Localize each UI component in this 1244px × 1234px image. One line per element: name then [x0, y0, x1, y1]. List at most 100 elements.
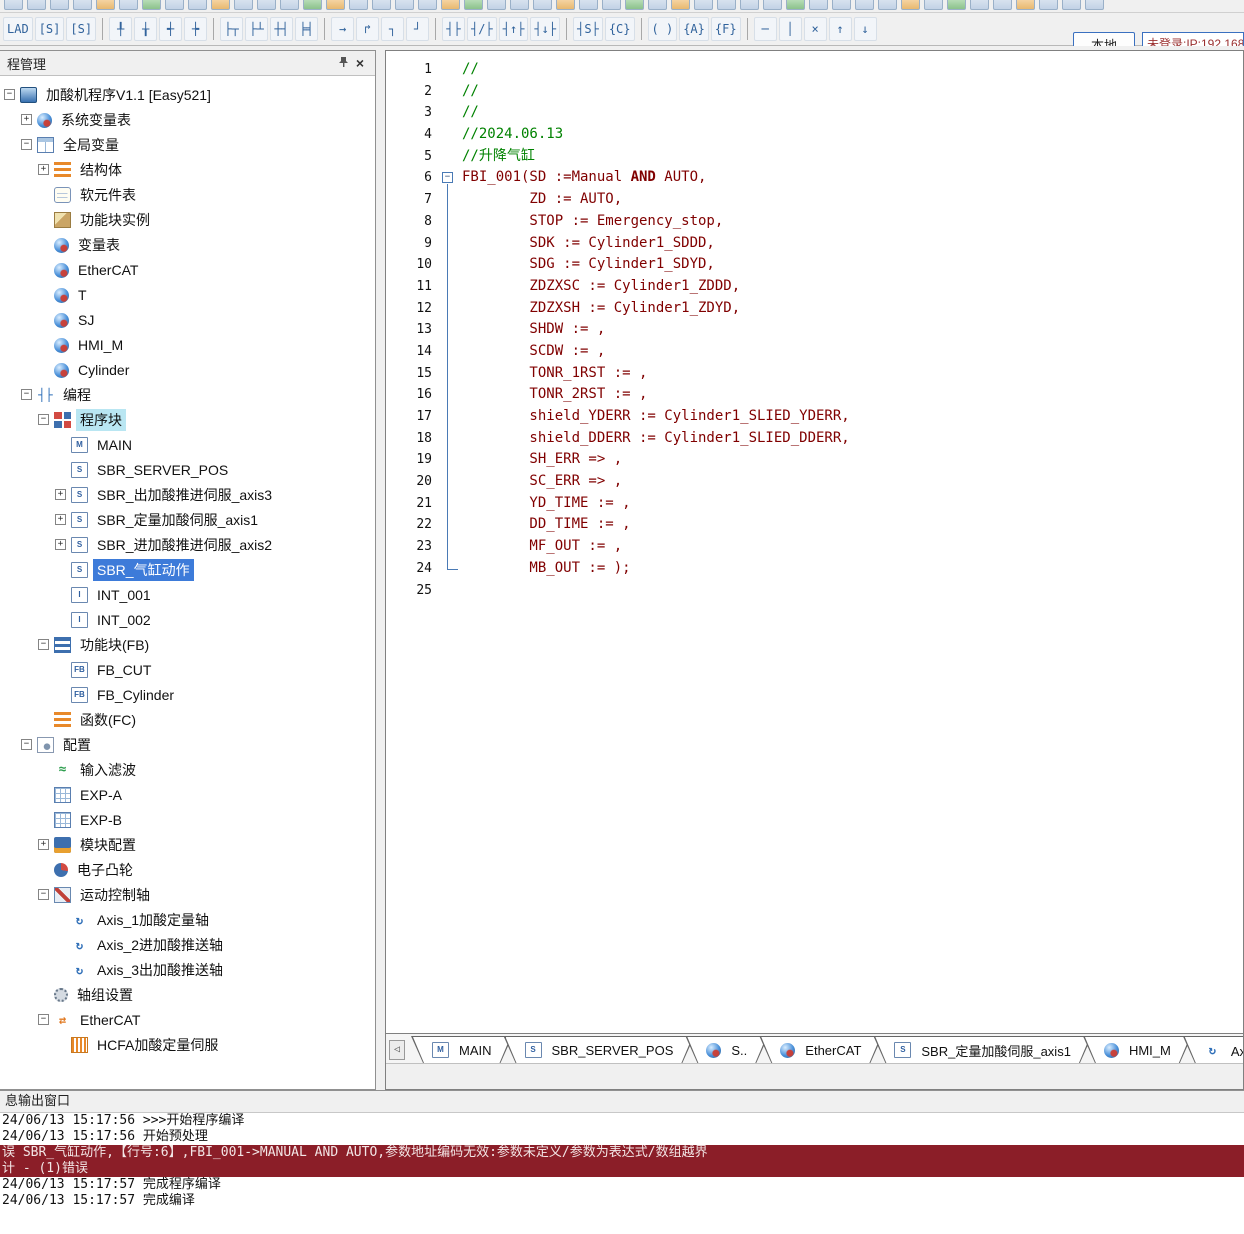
code-line[interactable]: 12 ZDZXSH := Cylinder1_ZDYD, [386, 298, 1243, 320]
expander-icon[interactable]: − [38, 639, 49, 650]
toolbar-icon[interactable] [142, 0, 161, 10]
tree-item[interactable]: ≈输入滤波 [0, 757, 375, 782]
toolbar-icon[interactable] [786, 0, 805, 10]
tree-item[interactable]: +模块配置 [0, 832, 375, 857]
code-line[interactable]: 17 shield_YDERR := Cylinder1_SLIED_YDERR… [386, 406, 1243, 428]
code-line[interactable]: 10 SDG := Cylinder1_SDYD, [386, 254, 1243, 276]
code-line[interactable]: 22 DD_TIME := , [386, 514, 1243, 536]
toolbar-icon[interactable] [671, 0, 690, 10]
tree-item[interactable]: −┤├编程 [0, 382, 375, 407]
code-line[interactable]: 15 TONR_1RST := , [386, 363, 1243, 385]
tree-item[interactable]: HMI_M [0, 332, 375, 357]
code-line[interactable]: 1// [386, 59, 1243, 81]
tree-item[interactable]: MMAIN [0, 432, 375, 457]
doc-tab[interactable]: MMAIN [411, 1036, 513, 1063]
tree-item[interactable]: −程序块 [0, 407, 375, 432]
tree-item[interactable]: 电子凸轮 [0, 857, 375, 882]
toolbar-icon[interactable] [1039, 0, 1058, 10]
toolbar-icon[interactable]: ( ) [648, 17, 678, 41]
toolbar-icon[interactable]: ┘ [406, 17, 429, 41]
expander-icon[interactable]: − [38, 1014, 49, 1025]
toolbar-icon[interactable] [717, 0, 736, 10]
tree-item[interactable]: T [0, 282, 375, 307]
output-message[interactable]: 误 SBR_气缸动作,【行号:6】,FBI_001->MANUAL AND AU… [0, 1145, 1244, 1161]
tree-item[interactable]: −加酸机程序V1.1 [Easy521] [0, 82, 375, 107]
toolbar-icon[interactable]: [S] [66, 17, 96, 41]
tree-item[interactable]: ↻Axis_3出加酸推送轴 [0, 957, 375, 982]
tree-item[interactable]: SSBR_气缸动作 [0, 557, 375, 582]
toolbar-icon[interactable] [694, 0, 713, 10]
toolbar-icon[interactable]: {F} [711, 17, 741, 41]
tree-item[interactable]: −运动控制轴 [0, 882, 375, 907]
toolbar-icon[interactable]: ├┴ [245, 17, 268, 41]
tree-item[interactable]: Cylinder [0, 357, 375, 382]
output-message[interactable]: 24/06/13 15:17:56 >>>开始程序编译 [0, 1113, 1244, 1129]
toolbar-icon[interactable]: ╀ [109, 17, 132, 41]
expander-icon[interactable]: + [55, 539, 66, 550]
tree-item[interactable]: SSBR_SERVER_POS [0, 457, 375, 482]
toolbar-icon[interactable] [395, 0, 414, 10]
output-message[interactable]: 24/06/13 15:17:57 完成编译 [0, 1193, 1244, 1209]
toolbar-icon[interactable] [418, 0, 437, 10]
toolbar-icon[interactable] [970, 0, 989, 10]
code-line[interactable]: 18 shield_DDERR := Cylinder1_SLIED_DDERR… [386, 428, 1243, 450]
toolbar-icon[interactable] [901, 0, 920, 10]
expander-icon[interactable]: − [4, 89, 15, 100]
code-line[interactable]: 4//2024.06.13 [386, 124, 1243, 146]
toolbar-icon[interactable]: {A} [679, 17, 709, 41]
expander-icon[interactable]: + [21, 114, 32, 125]
tree-item[interactable]: ↻Axis_1加酸定量轴 [0, 907, 375, 932]
toolbar-icon[interactable] [27, 0, 46, 10]
code-line[interactable]: 13 SHDW := , [386, 319, 1243, 341]
doc-tab[interactable]: SSBR_SERVER_POS [504, 1036, 695, 1063]
toolbar-icon[interactable] [809, 0, 828, 10]
toolbar-icon[interactable] [234, 0, 253, 10]
toolbar-icon[interactable] [326, 0, 345, 10]
output-message[interactable]: 计 - (1)错误 [0, 1161, 1244, 1177]
toolbar-icon[interactable]: [S] [35, 17, 65, 41]
tree-item[interactable]: −功能块(FB) [0, 632, 375, 657]
toolbar-icon[interactable] [533, 0, 552, 10]
toolbar-icon[interactable]: LAD [3, 17, 33, 41]
expander-icon[interactable]: + [38, 164, 49, 175]
expander-icon[interactable]: + [55, 514, 66, 525]
toolbar-icon[interactable] [1085, 0, 1104, 10]
tree-item[interactable]: SJ [0, 307, 375, 332]
tree-item[interactable]: +SSBR_定量加酸伺服_axis1 [0, 507, 375, 532]
toolbar-icon[interactable]: ┽ [159, 17, 182, 41]
toolbar-icon[interactable] [648, 0, 667, 10]
toolbar-icon[interactable] [625, 0, 644, 10]
code-line[interactable]: 8 STOP := Emergency_stop, [386, 211, 1243, 233]
tree-item[interactable]: IINT_002 [0, 607, 375, 632]
toolbar-icon[interactable] [372, 0, 391, 10]
tree-item[interactable]: ↻Axis_2进加酸推送轴 [0, 932, 375, 957]
toolbar-icon[interactable]: ┼┤ [270, 17, 293, 41]
toolbar-icon[interactable] [740, 0, 759, 10]
toolbar-icon[interactable] [211, 0, 230, 10]
expander-icon[interactable]: − [38, 414, 49, 425]
toolbar-icon[interactable] [556, 0, 575, 10]
toolbar-icon[interactable]: │ [779, 17, 802, 41]
toolbar-icon[interactable] [832, 0, 851, 10]
pin-icon[interactable] [336, 56, 352, 71]
expander-icon[interactable]: − [21, 139, 32, 150]
tree-item[interactable]: HCFA加酸定量伺服 [0, 1032, 375, 1057]
toolbar-icon[interactable]: ┤↑├ [499, 17, 529, 41]
toolbar-icon[interactable] [579, 0, 598, 10]
code-line[interactable]: 20 SC_ERR => , [386, 471, 1243, 493]
tree-item[interactable]: FBFB_Cylinder [0, 682, 375, 707]
code-line[interactable]: 19 SH_ERR => , [386, 449, 1243, 471]
tree-item[interactable]: 软元件表 [0, 182, 375, 207]
toolbar-icon[interactable]: {C} [605, 17, 635, 41]
fold-toggle-icon[interactable]: − [442, 172, 453, 183]
toolbar-icon[interactable] [510, 0, 529, 10]
toolbar-icon[interactable] [188, 0, 207, 10]
tree-item[interactable]: 函数(FC) [0, 707, 375, 732]
toolbar-icon[interactable]: ┤/├ [467, 17, 497, 41]
toolbar-icon[interactable] [947, 0, 966, 10]
toolbar-icon[interactable]: ┤↓├ [530, 17, 560, 41]
toolbar-icon[interactable]: ─ [754, 17, 777, 41]
code-line[interactable]: 24 MB_OUT := ); [386, 558, 1243, 580]
toolbar-icon[interactable] [303, 0, 322, 10]
tree-item[interactable]: +结构体 [0, 157, 375, 182]
